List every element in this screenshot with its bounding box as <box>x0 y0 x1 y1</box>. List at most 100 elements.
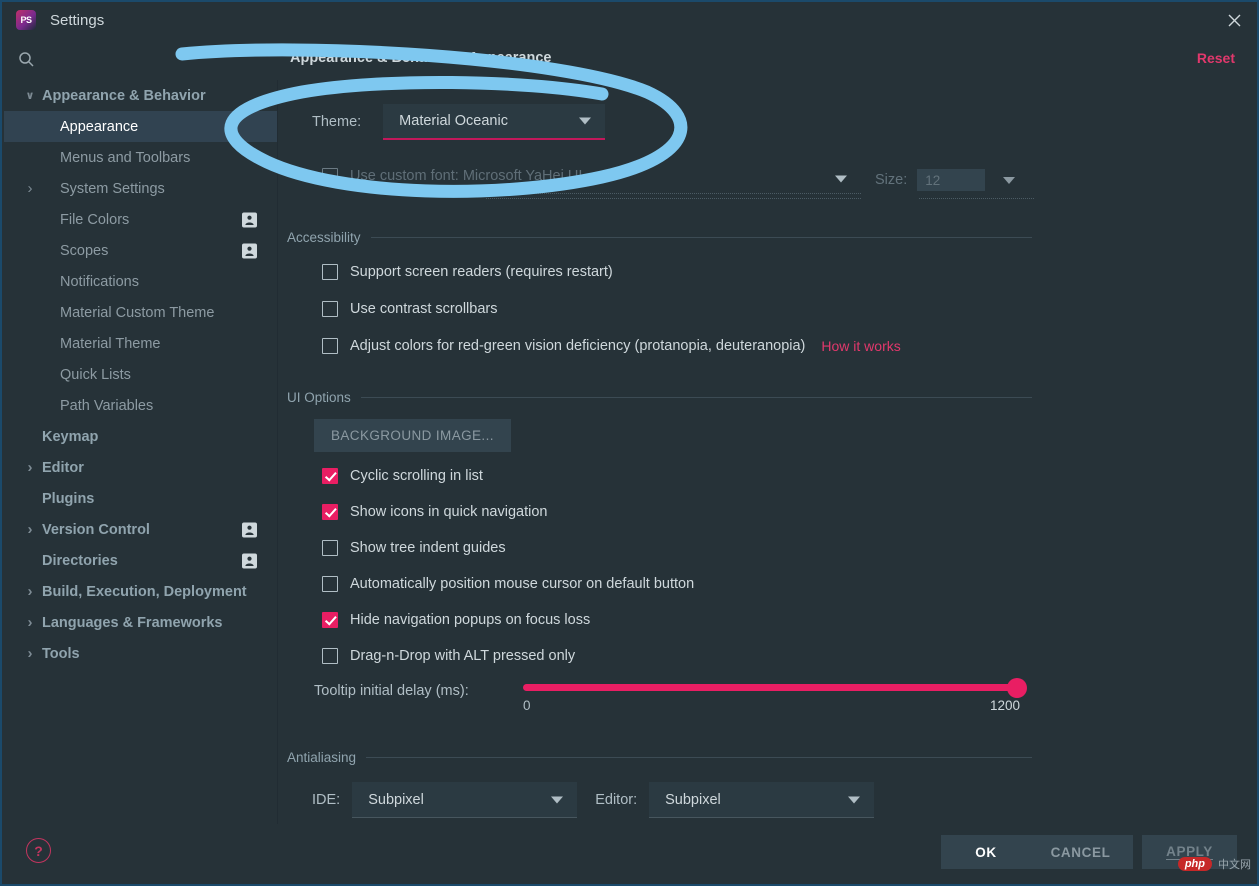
app-logo-text: PS <box>20 15 32 25</box>
ui-options-section-header: UI Options <box>287 390 1032 405</box>
sidebar-item-material-custom-theme[interactable]: ›Material Custom Theme <box>4 297 277 328</box>
search-input[interactable] <box>43 50 277 68</box>
checkbox-row[interactable]: Drag-n-Drop with ALT pressed only <box>322 648 575 664</box>
sidebar-item-appearance-behavior[interactable]: ∨ Appearance & Behavior <box>4 80 277 111</box>
sidebar-item-plugins[interactable]: ›Plugins <box>4 483 277 514</box>
sidebar-item-notifications[interactable]: ›Notifications <box>4 266 277 297</box>
help-icon[interactable]: ? <box>26 838 51 863</box>
sidebar-item-label: File Colors <box>60 211 130 228</box>
search-icon <box>18 51 35 68</box>
sidebar-item-label: Material Theme <box>60 335 161 352</box>
checkbox-label: Use contrast scrollbars <box>350 301 498 317</box>
theme-row: Theme: Material Oceanic <box>312 104 606 140</box>
sidebar-item-directories[interactable]: ›Directories <box>4 545 277 576</box>
watermark: php 中文网 <box>1177 856 1251 872</box>
sidebar-item-version-control[interactable]: › Version Control <box>4 514 277 545</box>
custom-font-select[interactable] <box>486 164 861 194</box>
chevron-down-icon <box>848 796 861 803</box>
checkbox-row[interactable]: Use contrast scrollbars <box>322 301 497 317</box>
project-scope-icon <box>242 553 257 568</box>
chevron-right-icon[interactable]: › <box>22 521 38 538</box>
antialiasing-editor-select[interactable]: Subpixel <box>649 782 875 818</box>
antialiasing-ide-value: Subpixel <box>368 791 424 808</box>
font-size-underline <box>919 198 1034 199</box>
theme-select[interactable]: Material Oceanic <box>383 104 606 140</box>
checkbox-label: Adjust colors for red-green vision defic… <box>350 338 806 354</box>
sidebar-item-menus-and-toolbars[interactable]: ›Menus and Toolbars <box>4 142 277 173</box>
breadcrumb-parent[interactable]: Appearance & Behavior <box>290 50 454 66</box>
checkbox-cyclic-scrolling-in-list[interactable] <box>322 468 338 484</box>
sidebar-item-material-theme[interactable]: ›Material Theme <box>4 328 277 359</box>
checkbox-use-contrast-scrollbars[interactable] <box>322 301 338 317</box>
chevron-down-icon[interactable]: ∨ <box>22 89 38 102</box>
background-image-button[interactable]: BACKGROUND IMAGE... <box>314 419 511 452</box>
slider-max-label: 1200 <box>989 698 1020 713</box>
settings-sidebar[interactable]: ∨Appearance & Behavior›Appearance›Menus … <box>4 80 278 828</box>
checkbox-row[interactable]: Show tree indent guides <box>322 540 506 556</box>
checkbox-automatically-position-mouse-cursor-on-default-button[interactable] <box>322 576 338 592</box>
sidebar-item-label: Plugins <box>42 490 95 507</box>
chevron-right-icon[interactable]: › <box>22 614 38 631</box>
checkbox-label: Show icons in quick navigation <box>350 504 548 520</box>
checkbox-show-tree-indent-guides[interactable] <box>322 540 338 556</box>
section-divider <box>366 757 1032 758</box>
checkbox-hide-navigation-popups-on-focus-loss[interactable] <box>322 612 338 628</box>
chevron-right-icon[interactable]: › <box>22 180 38 197</box>
tooltip-delay-row: Tooltip initial delay (ms): <box>314 683 469 699</box>
slider-track[interactable] <box>523 678 1027 698</box>
sidebar-item-scopes[interactable]: ›Scopes <box>4 235 277 266</box>
font-size-input[interactable]: 12 <box>917 169 986 191</box>
slider-thumb[interactable] <box>1007 678 1027 698</box>
checkbox-adjust-colors-for-red-green-vision-deficiency-protanopia-deuteranopia[interactable] <box>322 338 338 354</box>
antialiasing-editor-value: Subpixel <box>665 791 721 808</box>
close-icon[interactable] <box>1211 2 1257 38</box>
sidebar-item-label: Appearance <box>60 118 139 135</box>
how-it-works-link[interactable]: How it works <box>821 338 900 354</box>
checkbox-row[interactable]: Automatically position mouse cursor on d… <box>322 576 694 592</box>
font-size-chevron-down-icon[interactable] <box>1003 176 1016 184</box>
cancel-button[interactable]: CANCEL <box>1028 835 1133 869</box>
sidebar-item-label: Scopes <box>60 242 109 259</box>
custom-font-checkbox[interactable] <box>322 168 338 184</box>
checkbox-row[interactable]: Hide navigation popups on focus loss <box>322 612 590 628</box>
sidebar-item-system-settings[interactable]: › System Settings <box>4 173 277 204</box>
checkbox-row[interactable]: Support screen readers (requires restart… <box>322 264 613 280</box>
chevron-down-icon <box>579 117 592 125</box>
checkbox-row[interactable]: Show icons in quick navigation <box>322 504 547 520</box>
sidebar-item-label: Notifications <box>60 273 139 290</box>
breadcrumb-current: Appearance <box>468 50 552 66</box>
ok-button[interactable]: OK <box>941 835 1031 869</box>
sidebar-item-languages-frameworks[interactable]: › Languages & Frameworks <box>4 607 277 638</box>
watermark-badge: php <box>1177 857 1212 871</box>
sidebar-item-build-execution-deployment[interactable]: › Build, Execution, Deployment <box>4 576 277 607</box>
sidebar-item-tools[interactable]: › Tools <box>4 638 277 669</box>
checkbox-label: Drag-n-Drop with ALT pressed only <box>350 648 576 664</box>
checkbox-label: Automatically position mouse cursor on d… <box>350 576 695 592</box>
chevron-right-icon[interactable]: › <box>22 583 38 600</box>
antialiasing-ide-select[interactable]: Subpixel <box>352 782 578 818</box>
checkbox-drag-n-drop-with-alt-pressed-only[interactable] <box>322 648 338 664</box>
checkbox-label: Show tree indent guides <box>350 540 506 556</box>
reset-link[interactable]: Reset <box>1197 50 1235 66</box>
font-size-value: 12 <box>925 172 941 188</box>
sidebar-item-appearance[interactable]: ›Appearance <box>4 111 277 142</box>
sidebar-search[interactable] <box>4 38 277 81</box>
font-select-underline <box>486 198 861 199</box>
settings-dialog: PS Settings ∨Appearance & Behavior›Appea… <box>0 0 1259 886</box>
checkbox-row[interactable]: Adjust colors for red-green vision defic… <box>322 338 901 354</box>
sidebar-item-quick-lists[interactable]: ›Quick Lists <box>4 359 277 390</box>
breadcrumb-separator: › <box>458 50 464 66</box>
font-size-label: Size: <box>875 172 908 188</box>
chevron-right-icon[interactable]: › <box>22 459 38 476</box>
checkbox-row[interactable]: Cyclic scrolling in list <box>322 468 483 484</box>
checkbox-show-icons-in-quick-navigation[interactable] <box>322 504 338 520</box>
ok-button-label: OK <box>975 844 997 860</box>
chevron-right-icon[interactable]: › <box>22 645 38 662</box>
theme-label: Theme: <box>312 114 362 130</box>
checkbox-support-screen-readers-requires-restart[interactable] <box>322 264 338 280</box>
sidebar-item-keymap[interactable]: ›Keymap <box>4 421 277 452</box>
sidebar-item-path-variables[interactable]: ›Path Variables <box>4 390 277 421</box>
sidebar-item-label: Build, Execution, Deployment <box>42 583 247 600</box>
sidebar-item-file-colors[interactable]: ›File Colors <box>4 204 277 235</box>
sidebar-item-editor[interactable]: › Editor <box>4 452 277 483</box>
